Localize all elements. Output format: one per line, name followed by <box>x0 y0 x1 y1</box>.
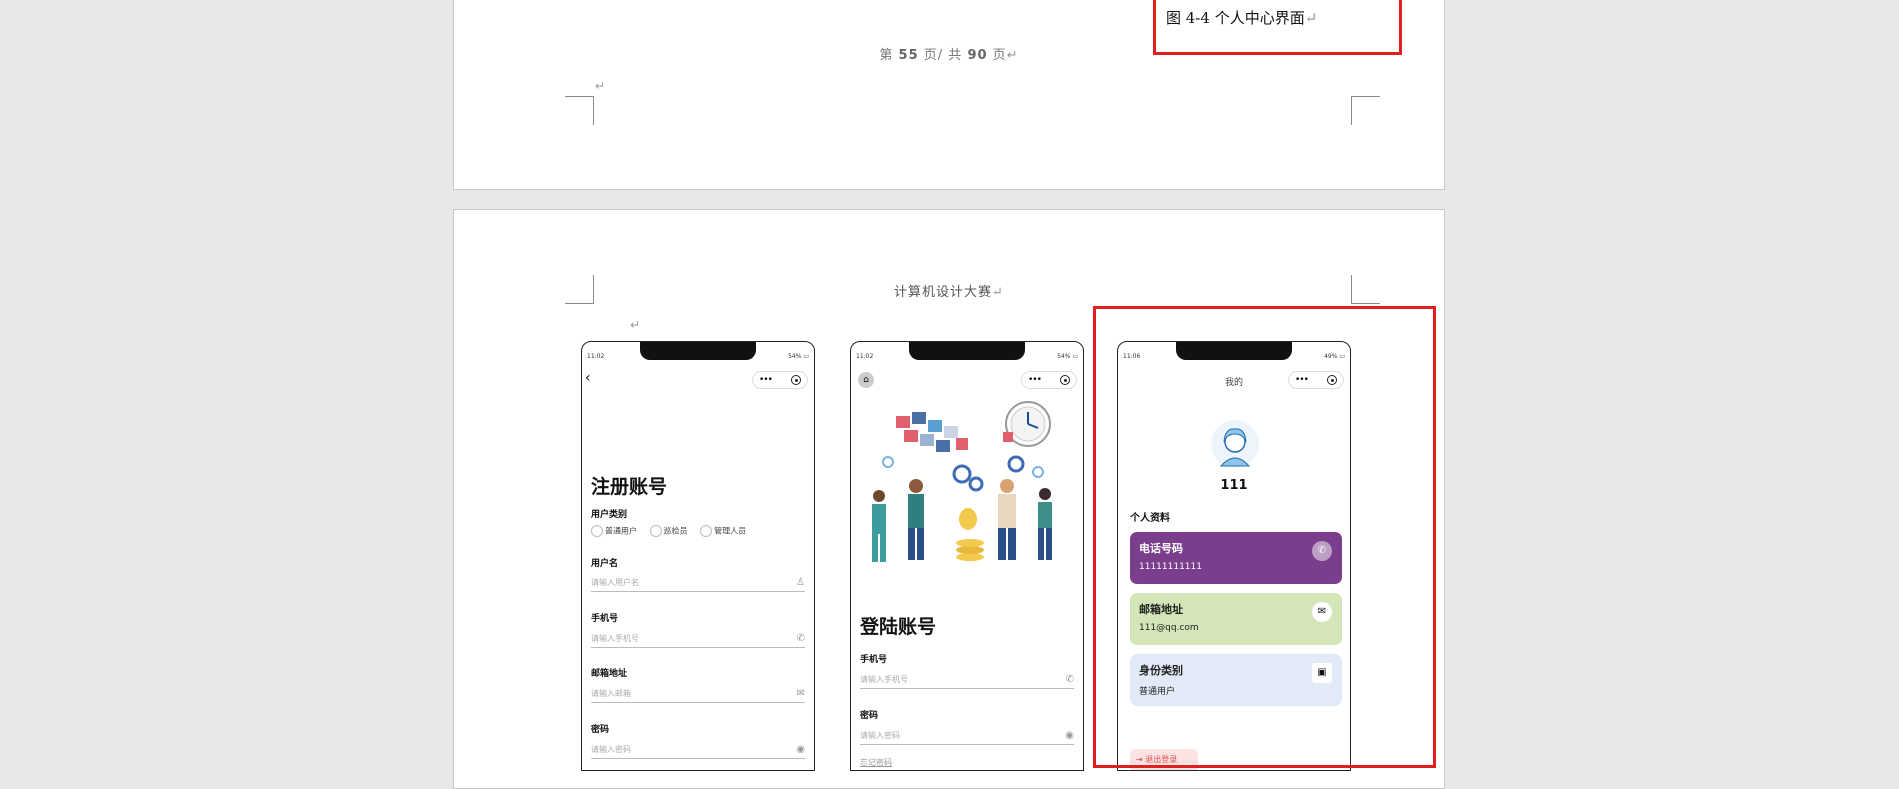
miniprogram-capsule[interactable]: ••• <box>1021 371 1077 389</box>
password-label: 密码 <box>591 725 610 735</box>
status-time: 11:02 <box>856 353 874 360</box>
profile-highlight-box <box>1093 306 1436 768</box>
password-input[interactable]: 请输入密码 ◉ <box>591 744 805 759</box>
teamwork-illustration <box>872 401 1052 562</box>
password-label: 密码 <box>860 711 879 721</box>
forgot-password-link[interactable]: 忘记密码 <box>860 757 892 768</box>
more-icon[interactable]: ••• <box>759 374 773 386</box>
radio-admin[interactable]: 管理人员 <box>700 525 746 537</box>
miniprogram-capsule[interactable]: ••• <box>752 371 808 389</box>
login-title: 登陆账号 <box>860 616 937 638</box>
username-input[interactable]: 请输入用户名 ♙ <box>591 577 805 592</box>
phone-icon: ✆ <box>1065 674 1074 685</box>
radio-inspector[interactable]: 巡检员 <box>649 525 688 537</box>
eye-icon: ◉ <box>1065 730 1074 741</box>
user-type-radio-group: 普通用户 巡检员 管理人员 <box>591 525 746 537</box>
phone-notch <box>909 342 1025 360</box>
register-title: 注册账号 <box>591 476 668 498</box>
status-time: 11:02 <box>587 353 605 360</box>
figure-caption: 图 4-4 个人中心界面↵ <box>1166 9 1318 27</box>
more-icon[interactable]: ••• <box>1028 374 1042 386</box>
password-input[interactable]: 请输入密码 ◉ <box>860 730 1074 745</box>
status-battery: 54% ▭ <box>788 353 809 360</box>
email-label: 邮箱地址 <box>591 669 628 679</box>
home-icon[interactable]: ⌂ <box>858 372 874 388</box>
user-type-label: 用户类别 <box>591 510 628 520</box>
mail-icon: ✉ <box>796 688 805 699</box>
user-icon: ♙ <box>796 577 805 588</box>
crop-mark-top-left <box>565 96 594 125</box>
phone-icon: ✆ <box>796 633 805 644</box>
username-label: 用户名 <box>591 559 619 569</box>
paragraph-mark: ↵ <box>595 79 606 93</box>
close-target-icon[interactable] <box>791 375 801 385</box>
paragraph-mark: ↵ <box>630 318 641 332</box>
email-input[interactable]: 请输入邮箱 ✉ <box>591 688 805 703</box>
status-battery: 54% ▭ <box>1057 353 1078 360</box>
register-screen: 11:02 54% ▭ ‹ ••• 注册账号 用户类别 普通用户 巡检员 管理人… <box>581 341 815 771</box>
radio-normal-user[interactable]: 普通用户 <box>591 525 637 537</box>
login-screen: 11:02 54% ▭ ⌂ ••• 登陆账号 手机号 请输入手机号 ✆ 密码 请… <box>850 341 1084 771</box>
chevron-left-icon[interactable]: ‹ <box>585 370 591 386</box>
phone-notch <box>640 342 756 360</box>
eye-icon: ◉ <box>796 744 805 755</box>
phone-input[interactable]: 请输入手机号 ✆ <box>591 633 805 648</box>
crop-mark-top-right <box>1351 96 1380 125</box>
page-header-title: 计算机设计大赛↵ <box>894 285 1004 300</box>
phone-input[interactable]: 请输入手机号 ✆ <box>860 674 1074 689</box>
phone-label: 手机号 <box>860 655 888 665</box>
close-target-icon[interactable] <box>1060 375 1070 385</box>
phone-label: 手机号 <box>591 614 619 624</box>
